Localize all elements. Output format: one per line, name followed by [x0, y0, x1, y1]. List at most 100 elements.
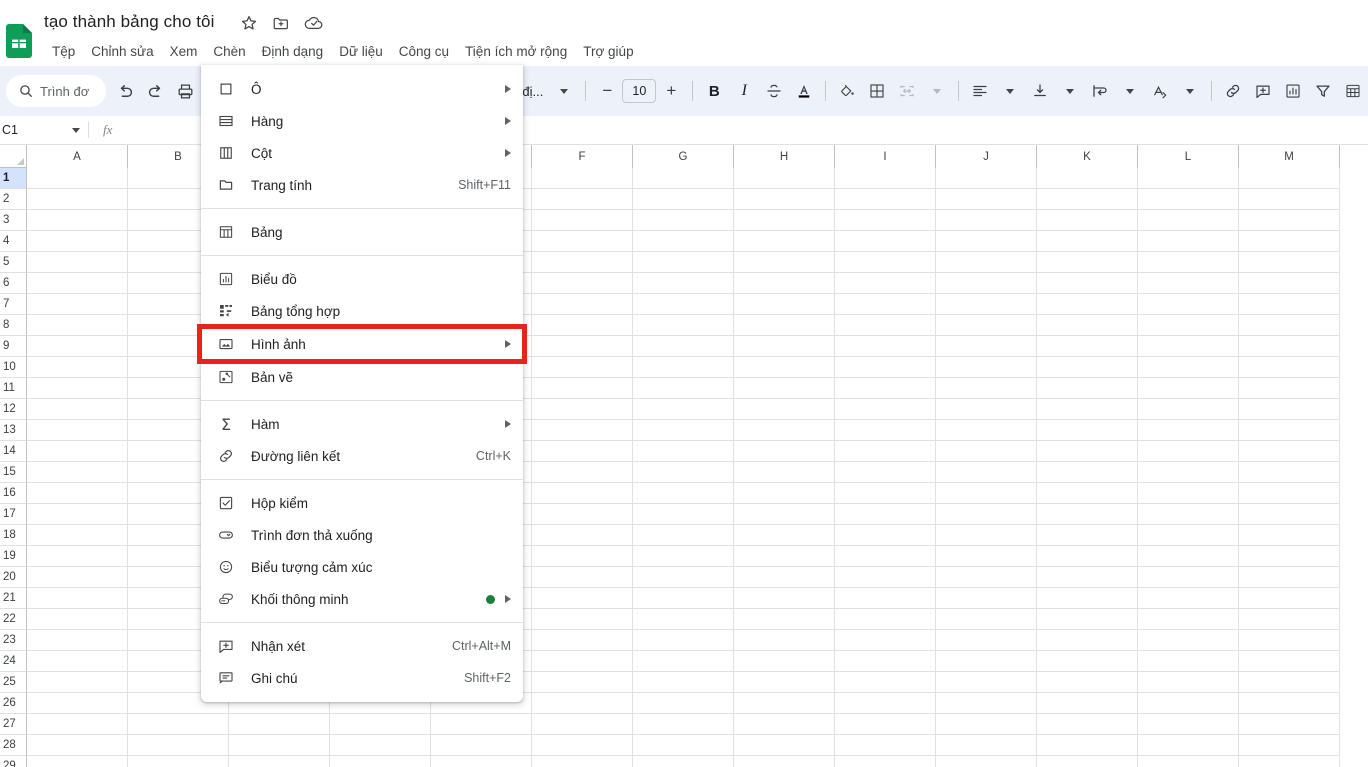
grid-cell[interactable] — [835, 252, 936, 273]
grid-cell[interactable] — [532, 210, 633, 231]
grid-cell[interactable] — [633, 630, 734, 651]
grid-cell[interactable] — [633, 567, 734, 588]
grid-cell[interactable] — [27, 210, 128, 231]
grid-cell[interactable] — [835, 693, 936, 714]
grid-cell[interactable] — [1037, 525, 1138, 546]
grid-cell[interactable] — [1138, 756, 1239, 767]
increase-font-size-button[interactable]: + — [656, 76, 686, 106]
row-header[interactable]: 3 — [0, 210, 27, 231]
grid-cell[interactable] — [835, 651, 936, 672]
font-chevron-down-icon[interactable] — [549, 76, 579, 106]
grid-cell[interactable] — [1037, 357, 1138, 378]
grid-cell[interactable] — [936, 462, 1037, 483]
grid-cell[interactable] — [128, 714, 229, 735]
bold-button[interactable]: B — [699, 76, 729, 106]
grid-cell[interactable] — [835, 231, 936, 252]
grid-cell[interactable] — [633, 756, 734, 767]
grid-cell[interactable] — [734, 420, 835, 441]
grid-cell[interactable] — [1138, 252, 1239, 273]
borders-icon[interactable] — [862, 76, 892, 106]
grid-cell[interactable] — [1037, 630, 1138, 651]
row-header[interactable]: 29 — [0, 756, 27, 767]
grid-cell[interactable] — [1138, 483, 1239, 504]
grid-cell[interactable] — [734, 525, 835, 546]
grid-cell[interactable] — [27, 399, 128, 420]
row-header[interactable]: 10 — [0, 357, 27, 378]
grid-cell[interactable] — [633, 651, 734, 672]
grid-cell[interactable] — [1239, 420, 1340, 441]
grid-cell[interactable] — [1138, 672, 1239, 693]
row-header[interactable]: 28 — [0, 735, 27, 756]
grid-cell[interactable] — [734, 588, 835, 609]
grid-cell[interactable] — [532, 651, 633, 672]
grid-cell[interactable] — [27, 441, 128, 462]
grid-cell[interactable] — [1037, 336, 1138, 357]
grid-cell[interactable] — [835, 399, 936, 420]
menu-item-emoji[interactable]: Biểu tượng cảm xúc — [201, 551, 523, 583]
grid-cell[interactable] — [835, 294, 936, 315]
grid-cell[interactable] — [633, 357, 734, 378]
grid-cell[interactable] — [1037, 672, 1138, 693]
grid-cell[interactable] — [1138, 168, 1239, 189]
grid-cell[interactable] — [1138, 567, 1239, 588]
grid-cell[interactable] — [1239, 672, 1340, 693]
rotation-chevron-down-icon[interactable] — [1175, 76, 1205, 106]
grid-cell[interactable] — [835, 273, 936, 294]
grid-cell[interactable] — [734, 294, 835, 315]
grid-cell[interactable] — [633, 483, 734, 504]
decrease-font-size-button[interactable]: − — [592, 76, 622, 106]
move-to-folder-icon[interactable] — [272, 14, 290, 32]
row-header[interactable]: 4 — [0, 231, 27, 252]
grid-cell[interactable] — [936, 231, 1037, 252]
row-header[interactable]: 18 — [0, 525, 27, 546]
grid-cell[interactable] — [27, 714, 128, 735]
grid-cell[interactable] — [1138, 378, 1239, 399]
insert-menu-dropdown[interactable]: Ô Hàng Cột Trang tính Shift+F11 Bảng Biểu đồ Bả… — [197, 65, 527, 702]
grid-cell[interactable] — [1239, 546, 1340, 567]
grid-cell[interactable] — [835, 609, 936, 630]
grid-cell[interactable] — [835, 189, 936, 210]
menu-item-chart[interactable]: Biểu đồ — [201, 263, 523, 295]
grid-cell[interactable] — [1037, 210, 1138, 231]
grid-cell[interactable] — [27, 609, 128, 630]
grid-cell[interactable] — [1239, 567, 1340, 588]
grid-cell[interactable] — [1138, 693, 1239, 714]
menu-insert[interactable]: Chèn — [205, 41, 253, 62]
grid-cell[interactable] — [734, 252, 835, 273]
grid-cell[interactable] — [1037, 567, 1138, 588]
grid-cell[interactable] — [835, 672, 936, 693]
grid-cell[interactable] — [1037, 231, 1138, 252]
grid-cell[interactable] — [734, 378, 835, 399]
grid-cell[interactable] — [1138, 651, 1239, 672]
valign-chevron-down-icon[interactable] — [1055, 76, 1085, 106]
grid-cell[interactable] — [1037, 462, 1138, 483]
grid-cell[interactable] — [27, 231, 128, 252]
grid-cell[interactable] — [1138, 273, 1239, 294]
grid-cell[interactable] — [532, 231, 633, 252]
grid-cell[interactable] — [229, 756, 330, 767]
create-filter-icon[interactable] — [1308, 76, 1338, 106]
grid-cell[interactable] — [1037, 735, 1138, 756]
grid-cell[interactable] — [1138, 294, 1239, 315]
grid-cell[interactable] — [1239, 483, 1340, 504]
grid-cell[interactable] — [27, 462, 128, 483]
row-header[interactable]: 21 — [0, 588, 27, 609]
column-header[interactable]: K — [1037, 145, 1138, 168]
grid-cell[interactable] — [532, 504, 633, 525]
menu-view[interactable]: Xem — [162, 41, 206, 62]
name-box[interactable]: C1 — [0, 116, 88, 144]
grid-cell[interactable] — [1239, 504, 1340, 525]
menu-item-link[interactable]: Đường liên kết Ctrl+K — [201, 440, 523, 472]
grid-cell[interactable] — [633, 693, 734, 714]
wrap-chevron-down-icon[interactable] — [1115, 76, 1145, 106]
grid-cell[interactable] — [1239, 252, 1340, 273]
grid-cell[interactable] — [532, 273, 633, 294]
grid-cell[interactable] — [532, 588, 633, 609]
grid-cell[interactable] — [27, 357, 128, 378]
menu-item-note[interactable]: Ghi chú Shift+F2 — [201, 662, 523, 694]
grid-cell[interactable] — [1138, 609, 1239, 630]
grid-cell[interactable] — [1037, 483, 1138, 504]
grid-cell[interactable] — [734, 672, 835, 693]
grid-cell[interactable] — [1239, 630, 1340, 651]
print-icon[interactable] — [170, 76, 200, 106]
